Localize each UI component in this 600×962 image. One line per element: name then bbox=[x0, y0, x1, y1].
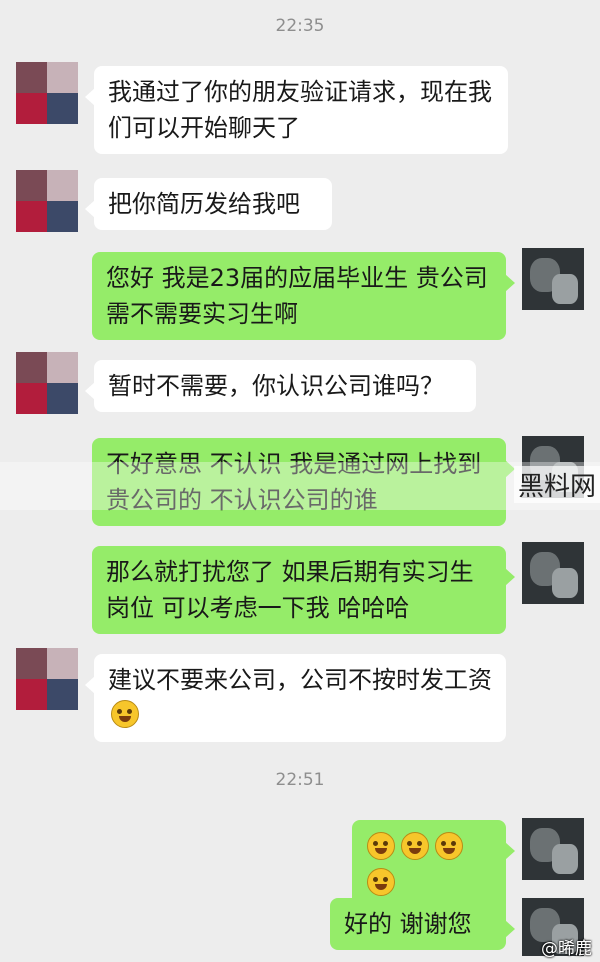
message-text: 您好 我是23届的应届毕业生 贵公司需不需要实习生啊 bbox=[106, 264, 488, 328]
message-bubble-incoming[interactable]: 建议不要来公司，公司不按时发工资 bbox=[85, 654, 506, 742]
message-bubble-outgoing[interactable]: 那么就打扰您了 如果后期有实习生岗位 可以考虑一下我 哈哈哈 bbox=[92, 546, 515, 634]
my-avatar[interactable] bbox=[522, 542, 584, 604]
message-text: 把你简历发给我吧 bbox=[108, 190, 300, 218]
message-bubble-outgoing[interactable]: 您好 我是23届的应届毕业生 贵公司需不需要实习生啊 bbox=[92, 252, 515, 340]
message-text: 建议不要来公司，公司不按时发工资 bbox=[108, 666, 492, 694]
message-bubble-incoming[interactable]: 我通过了你的朋友验证请求，现在我们可以开始聊天了 bbox=[85, 66, 508, 154]
message-bubble-incoming[interactable]: 把你简历发给我吧 bbox=[85, 178, 332, 230]
message-text: 我通过了你的朋友验证请求，现在我们可以开始聊天了 bbox=[108, 78, 492, 142]
my-avatar[interactable] bbox=[522, 818, 584, 880]
contact-avatar[interactable] bbox=[16, 352, 78, 414]
contact-avatar[interactable] bbox=[16, 170, 78, 232]
grin-sweat-emoji-icon bbox=[401, 832, 429, 860]
message-bubble-outgoing[interactable]: 好的 谢谢您 bbox=[330, 898, 515, 950]
message-text: 暂时不需要，你认识公司谁吗？ bbox=[108, 372, 444, 400]
my-avatar[interactable] bbox=[522, 248, 584, 310]
message-text: 那么就打扰您了 如果后期有实习生岗位 可以考虑一下我 哈哈哈 bbox=[106, 558, 474, 622]
weibo-watermark: @晞鹿 bbox=[541, 939, 592, 959]
smile-emoji-icon bbox=[111, 700, 139, 728]
timestamp: 22:35 bbox=[275, 16, 325, 36]
timestamp: 22:51 bbox=[275, 770, 325, 790]
message-text: 好的 谢谢您 bbox=[344, 910, 472, 938]
contact-avatar[interactable] bbox=[16, 62, 78, 124]
watermark-band bbox=[0, 462, 600, 510]
grin-sweat-emoji-icon bbox=[435, 832, 463, 860]
site-watermark: 黑料网 bbox=[513, 466, 600, 503]
grin-sweat-emoji-icon bbox=[367, 868, 395, 896]
message-bubble-incoming[interactable]: 暂时不需要，你认识公司谁吗？ bbox=[85, 360, 476, 412]
grin-sweat-emoji-icon bbox=[367, 832, 395, 860]
contact-avatar[interactable] bbox=[16, 648, 78, 710]
